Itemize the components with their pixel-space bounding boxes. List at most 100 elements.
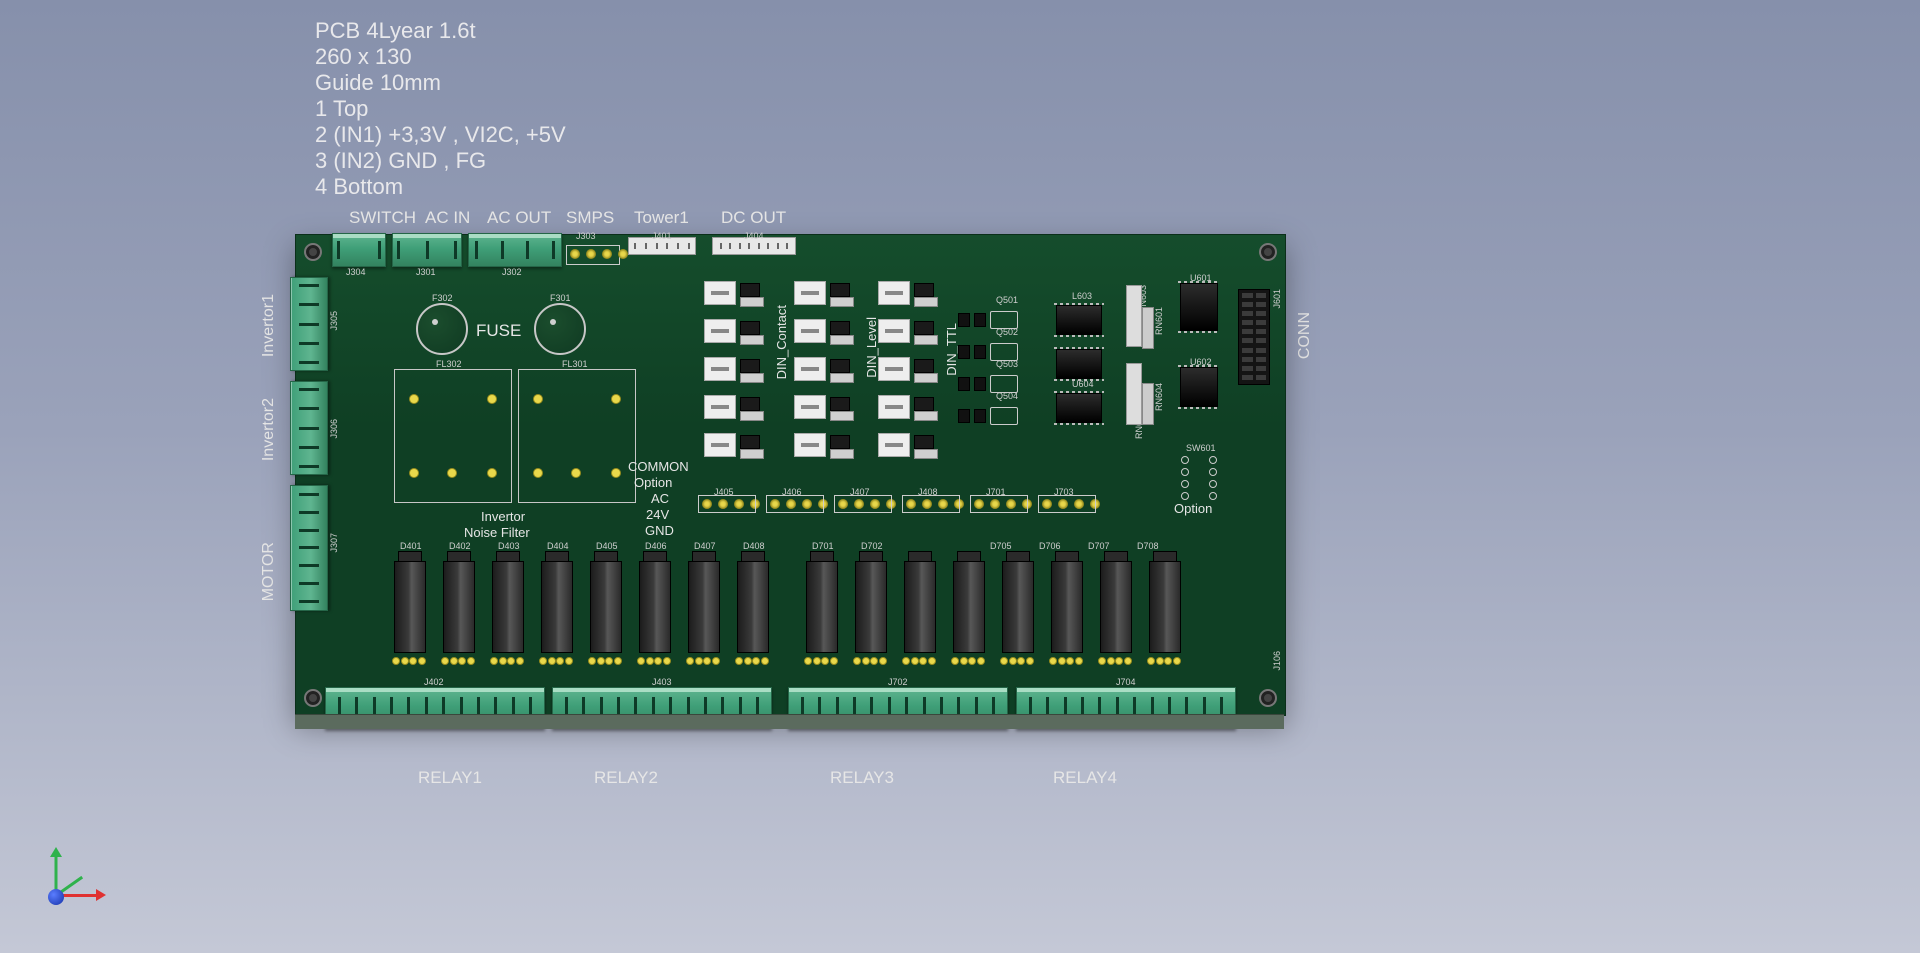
- axis-origin-icon: [48, 889, 64, 905]
- terminal-switch: [332, 233, 386, 267]
- din-level-module-b: [878, 319, 942, 347]
- fuse-f301: [534, 303, 586, 355]
- ref-d407: D407: [694, 541, 716, 551]
- ref-u602: U602: [1190, 357, 1212, 367]
- ref-d406: D406: [645, 541, 667, 551]
- pcb-edge-thickness: [295, 714, 1284, 729]
- note-line: 2 (IN1) +3,3V , VI2C, +5V: [315, 122, 566, 148]
- ref-f301: F301: [550, 293, 571, 303]
- silk-common: COMMON: [628, 459, 689, 474]
- relay-module: [588, 551, 622, 667]
- ref-l603: L603: [1072, 291, 1092, 301]
- label-dc-out: DC OUT: [721, 208, 786, 228]
- label-conn: CONN: [1296, 312, 1314, 359]
- ref-fl301: FL301: [562, 359, 588, 369]
- pcb-board[interactable]: J303 J304 J301 J302 J401 J404 J305 J306 …: [295, 234, 1286, 716]
- ref-f302: F302: [432, 293, 453, 303]
- din-contact-module: [704, 281, 768, 309]
- relay-module: [1049, 551, 1083, 667]
- note-line: 1 Top: [315, 96, 566, 122]
- mounting-hole-icon: [304, 689, 322, 707]
- ref-d702: D702: [861, 541, 883, 551]
- ref-q503: Q503: [996, 359, 1018, 369]
- silk-24v: 24V: [646, 507, 669, 522]
- ref-j404: J404: [744, 231, 764, 241]
- pin-header-conn: [1238, 289, 1270, 385]
- ref-j304: J304: [346, 267, 366, 277]
- note-line: 260 x 130: [315, 44, 566, 70]
- relay-module: [637, 551, 671, 667]
- terminal-invertor1: [290, 277, 328, 371]
- silk-invertor: Invertor: [481, 509, 525, 524]
- relay-module: [1098, 551, 1132, 667]
- ref-rn601: RN601: [1154, 307, 1164, 335]
- relay-module: [804, 551, 838, 667]
- note-line: 4 Bottom: [315, 174, 566, 200]
- relay-module: [686, 551, 720, 667]
- viewport-root: PCB 4Lyear 1.6t 260 x 130 Guide 10mm 1 T…: [0, 0, 1920, 953]
- silk-gnd: GND: [645, 523, 674, 538]
- silk-din-level: DIN_Level: [864, 317, 879, 378]
- din-contact-module: [704, 433, 768, 461]
- din-level-module-b: [878, 281, 942, 309]
- ref-d401: D401: [400, 541, 422, 551]
- ref-d403: D403: [498, 541, 520, 551]
- ref-j305: J305: [329, 311, 339, 331]
- label-relay3: RELAY3: [830, 768, 894, 788]
- label-ac-in: AC IN: [425, 208, 470, 228]
- mounting-hole-icon: [1259, 689, 1277, 707]
- terminal-ac-in: [392, 233, 462, 267]
- ref-u604: U604: [1072, 379, 1094, 389]
- din-level-module: [794, 281, 858, 309]
- ic-u602: [1180, 367, 1218, 407]
- axis-gizmo[interactable]: [40, 843, 110, 913]
- ref-d402: D402: [449, 541, 471, 551]
- ref-j306: J306: [329, 419, 339, 439]
- header-smps: [570, 249, 628, 259]
- terminal-invertor2: [290, 381, 328, 475]
- terminal-motor: [290, 485, 328, 611]
- ic-u601: [1180, 283, 1218, 331]
- ref-j106: J106: [1272, 651, 1282, 671]
- ic-u: [1056, 305, 1102, 335]
- ref-j601: J601: [1272, 289, 1282, 309]
- ref-j702: J702: [888, 677, 908, 687]
- noise-filter-fl301: [518, 369, 636, 503]
- fuse-f302: [416, 303, 468, 355]
- ref-j401: J401: [652, 231, 672, 241]
- axis-arrow-icon: [50, 847, 62, 857]
- label-smps: SMPS: [566, 208, 614, 228]
- hdr-box: [698, 495, 756, 513]
- ref-d701: D701: [812, 541, 834, 551]
- ref-q504: Q504: [996, 391, 1018, 401]
- ref-d405: D405: [596, 541, 618, 551]
- hdr-box: [1038, 495, 1096, 513]
- note-line: Guide 10mm: [315, 70, 566, 96]
- ref-fl302: FL302: [436, 359, 462, 369]
- ref-d705: D705: [990, 541, 1012, 551]
- axis-arrow-icon: [96, 889, 106, 901]
- rn604: [1142, 383, 1154, 425]
- din-contact-module: [704, 395, 768, 423]
- note-line: 3 (IN2) GND , FG: [315, 148, 566, 174]
- ref-j704: J704: [1116, 677, 1136, 687]
- label-invertor2: Invertor2: [260, 398, 278, 461]
- relay-module: [1000, 551, 1034, 667]
- ic-u604: [1056, 349, 1102, 379]
- din-level-module-b: [878, 357, 942, 385]
- hdr-box: [970, 495, 1028, 513]
- din-contact-module: [704, 357, 768, 385]
- silk-option1: Option: [634, 475, 672, 490]
- label-relay4: RELAY4: [1053, 768, 1117, 788]
- din-level-module: [794, 319, 858, 347]
- din-level-module-b: [878, 433, 942, 461]
- ref-u601: U601: [1190, 273, 1212, 283]
- din-level-module: [794, 357, 858, 385]
- relay-module: [392, 551, 426, 667]
- silk-ac: AC: [651, 491, 669, 506]
- silk-option2: Option: [1174, 501, 1212, 516]
- silk-din-ttl: DIN_TTL: [944, 323, 959, 376]
- silk-din-contact: DIN_Contact: [774, 305, 789, 379]
- ref-j402: J402: [424, 677, 444, 687]
- din-level-module: [794, 433, 858, 461]
